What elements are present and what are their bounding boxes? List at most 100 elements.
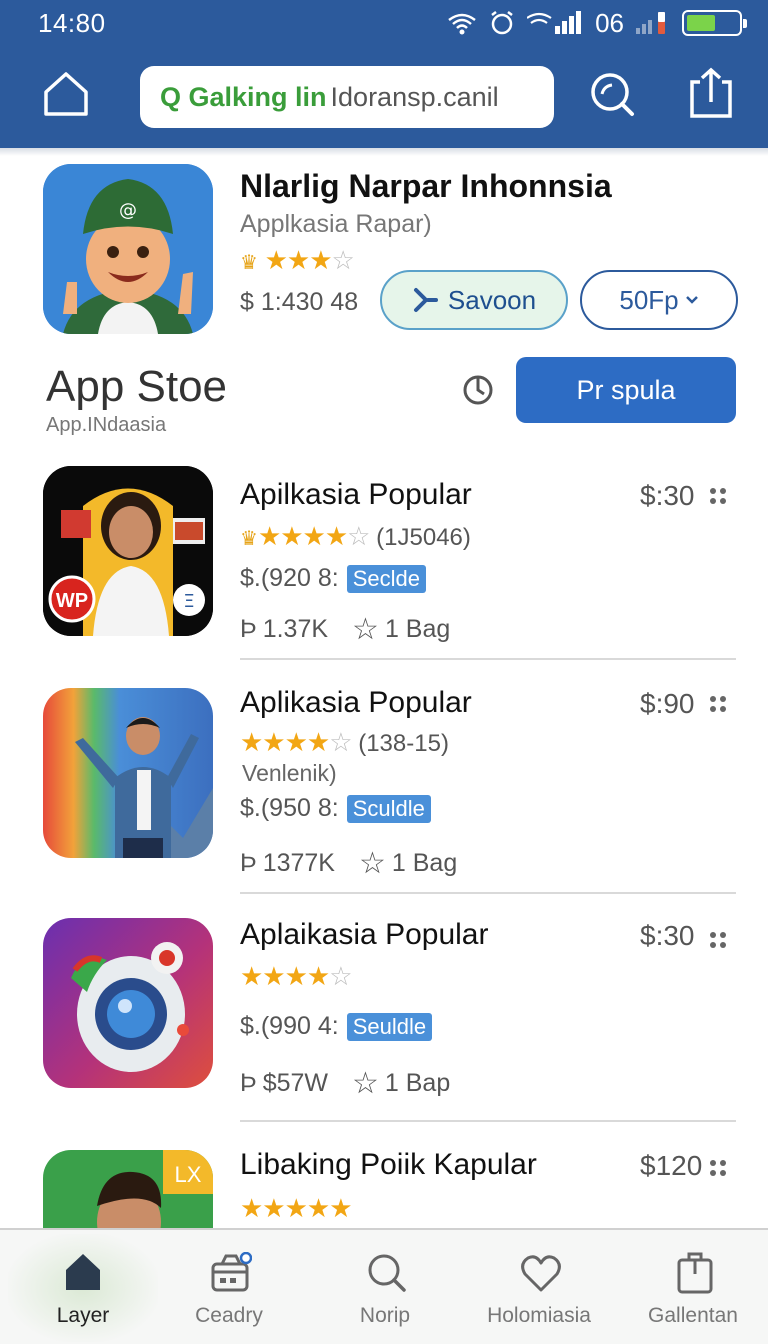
app-icon: LX bbox=[43, 1150, 213, 1228]
app-title: Apilkasia Popular bbox=[240, 478, 472, 511]
rating-count: (138-15) bbox=[358, 730, 449, 757]
tab-label: Layer bbox=[56, 1304, 110, 1327]
list-item[interactable]: Aplaikasia Popular $:30 ★★★★☆ $.(990 4: … bbox=[0, 918, 768, 1124]
timer-icon[interactable] bbox=[462, 374, 494, 406]
app-meta: $.(920 8: Seclde bbox=[240, 564, 426, 593]
search-input[interactable]: Q Galking lin Idoransp.canil bbox=[140, 66, 554, 128]
home-icon bbox=[66, 1254, 100, 1290]
featured-rating: ♛ ★★★☆ bbox=[240, 245, 355, 277]
app-rating: ★★★★★ bbox=[240, 1193, 353, 1223]
cta-button[interactable]: Pr spula bbox=[516, 357, 736, 423]
more-icon[interactable] bbox=[708, 930, 728, 950]
app-rating: ♛★★★★☆ (1J5046) bbox=[240, 521, 471, 551]
store-icon bbox=[211, 1252, 252, 1292]
more-icon[interactable] bbox=[708, 1158, 728, 1178]
star-outline-icon: ☆ bbox=[358, 847, 386, 880]
status-bar: 14:80 06 bbox=[0, 0, 768, 44]
wifi-icon bbox=[447, 11, 477, 35]
rating-count: (1J5046) bbox=[376, 524, 471, 551]
status-badge: Sculdle bbox=[346, 794, 431, 823]
meta-price: $.(950 8: bbox=[240, 794, 339, 822]
app-meta: $.(950 8: Sculdle bbox=[240, 794, 431, 823]
download-icon: Þ bbox=[240, 615, 257, 643]
home-button[interactable] bbox=[40, 68, 92, 120]
tab-label: Ceadry bbox=[195, 1304, 263, 1327]
app-title: Aplaikasia Popular bbox=[240, 918, 489, 951]
save-label: Savoon bbox=[447, 284, 537, 315]
app-price: $:30 bbox=[640, 480, 695, 511]
app-stats: Þ $57W ☆ 1 Bap bbox=[240, 1066, 450, 1101]
top-app-bar: 14:80 06 Q Galking lin Idoransp.canil bbox=[0, 0, 768, 148]
battery-icon bbox=[682, 10, 747, 36]
svg-text:@: @ bbox=[119, 200, 137, 221]
header-shadow bbox=[0, 148, 768, 156]
meta-price: $.(990 4: bbox=[240, 1012, 339, 1040]
bag-count: 1 Bag bbox=[391, 849, 458, 877]
app-rating: ★★★★☆ bbox=[240, 961, 353, 991]
section-subtitle: App.INdaasia bbox=[46, 414, 167, 436]
size-dropdown[interactable]: 50Fp bbox=[580, 270, 738, 330]
status-icons: 06 bbox=[447, 8, 747, 38]
app-icon: WP Ξ bbox=[43, 466, 213, 636]
list-item[interactable]: LX Libaking Poiik Kapular $120 ★★★★★ bbox=[0, 1148, 768, 1228]
status-badge: Seclde bbox=[346, 564, 426, 593]
home-icon bbox=[44, 72, 88, 116]
download-icon: Þ bbox=[240, 1069, 257, 1097]
divider bbox=[240, 1120, 736, 1122]
tab-label: Holomiasia bbox=[487, 1304, 591, 1327]
featured-subtitle: Applkasia Rapar) bbox=[240, 210, 432, 238]
alarm-icon bbox=[489, 10, 515, 36]
tab-layer[interactable]: Layer bbox=[8, 1230, 158, 1344]
star-outline-icon: ☆ bbox=[352, 1067, 379, 1100]
signal-icon bbox=[527, 10, 583, 36]
tab-label: Gallentan bbox=[648, 1304, 738, 1327]
sparkle-icon bbox=[413, 288, 438, 312]
download-icon: Þ bbox=[240, 849, 257, 877]
download-count: 1377K bbox=[262, 849, 335, 877]
download-count: $57W bbox=[262, 1069, 328, 1097]
app-price: $120 bbox=[640, 1150, 703, 1181]
share-icon bbox=[690, 67, 732, 118]
app-price: $:90 bbox=[640, 688, 695, 719]
app-stats: Þ 1377K ☆ 1 Bag bbox=[240, 846, 457, 881]
tab-ceadry[interactable]: Ceadry bbox=[154, 1230, 304, 1344]
size-label: 50Fp bbox=[619, 284, 679, 315]
list-item[interactable]: Aplikasia Popular $:90 ★★★★☆ (138-15) Ve… bbox=[0, 686, 768, 896]
chevron-down-icon bbox=[685, 296, 698, 304]
featured-title: Nlarlig Narpar Inhonnsia bbox=[240, 168, 612, 204]
download-count: 1.37K bbox=[262, 615, 329, 643]
save-button[interactable]: Savoon bbox=[380, 270, 568, 330]
app-icon bbox=[43, 918, 213, 1088]
section-title: App Stoe bbox=[46, 362, 228, 411]
bag-icon bbox=[677, 1252, 713, 1294]
status-badge: Seuldle bbox=[346, 1012, 433, 1041]
app-title: Libaking Poiik Kapular bbox=[240, 1148, 537, 1181]
search-button[interactable] bbox=[586, 68, 638, 120]
tab-norip[interactable]: Norip bbox=[310, 1230, 460, 1344]
featured-app-icon: @ bbox=[43, 164, 213, 334]
app-stats: Þ 1.37K ☆ 1 Bag bbox=[240, 612, 450, 647]
search-prefix: Q Galking lin bbox=[160, 81, 327, 112]
divider bbox=[240, 658, 736, 660]
app-developer: Venlenik) bbox=[242, 760, 337, 786]
search-icon bbox=[368, 1254, 406, 1292]
crown-icon: ♛ bbox=[240, 252, 258, 274]
list-item[interactable]: WP Ξ Apilkasia Popular $:30 ♛★★★★☆ (1J50… bbox=[0, 466, 768, 662]
app-meta: $.(990 4: Seuldle bbox=[240, 1012, 433, 1041]
app-rating: ★★★★☆ (138-15) bbox=[240, 727, 449, 757]
share-button[interactable] bbox=[686, 66, 736, 122]
tab-gallentan[interactable]: Gallentan bbox=[618, 1230, 768, 1344]
app-badge-text: WP bbox=[56, 590, 88, 612]
rating-stars: ★★★☆ bbox=[264, 245, 355, 275]
more-icon[interactable] bbox=[708, 486, 728, 506]
bag-count: 1 Bap bbox=[384, 1069, 451, 1097]
app-badge-text: LX bbox=[175, 1162, 202, 1187]
more-icon[interactable] bbox=[708, 694, 728, 714]
tab-holomiasia[interactable]: Holomiasia bbox=[464, 1230, 614, 1344]
meta-price: $.(920 8: bbox=[240, 564, 339, 592]
app-icon bbox=[43, 688, 213, 858]
star-outline-icon: ☆ bbox=[352, 613, 379, 646]
app-title: Aplikasia Popular bbox=[240, 686, 472, 719]
featured-app[interactable]: @ Nlarlig Narpar Inhonnsia Applkasia Rap… bbox=[0, 160, 768, 340]
cell-signal-icon bbox=[636, 10, 670, 36]
